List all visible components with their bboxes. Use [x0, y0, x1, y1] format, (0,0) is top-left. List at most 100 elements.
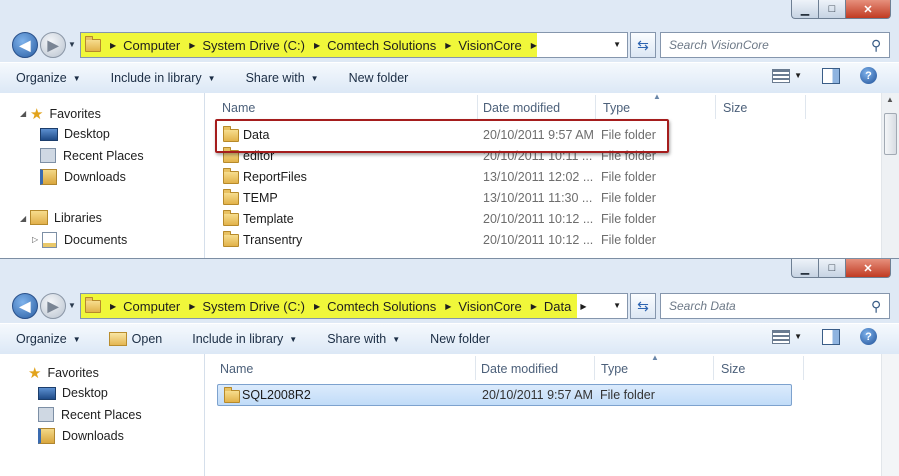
include-label: Include in library: [192, 332, 284, 346]
nav-favorites[interactable]: ★ Favorites: [30, 105, 101, 123]
chevron-right-icon[interactable]: ▶: [531, 41, 537, 50]
scroll-thumb[interactable]: [884, 113, 897, 155]
chevron-down-icon[interactable]: ▼: [794, 332, 802, 341]
refresh-icon[interactable]: ⇆: [630, 32, 656, 58]
nav-label: Recent Places: [63, 148, 144, 163]
organize-button[interactable]: Organize ▼: [16, 332, 81, 346]
include-in-library-button[interactable]: Include in library ▼: [192, 332, 297, 346]
file-row[interactable]: TEMP 13/10/2011 11:30 ... File folder: [205, 187, 879, 208]
minimize-button[interactable]: ▁: [791, 0, 818, 19]
file-row[interactable]: Template 20/10/2011 10:12 ... File folder: [205, 208, 879, 229]
breadcrumb-item[interactable]: VisionCore: [458, 299, 521, 314]
nav-desktop[interactable]: Desktop: [38, 386, 108, 400]
chevron-right-icon[interactable]: ▶: [445, 41, 451, 50]
maximize-button[interactable]: □: [818, 259, 845, 278]
search-input[interactable]: Search VisionCore ⚲: [660, 32, 890, 58]
search-icon[interactable]: ⚲: [871, 37, 889, 54]
column-divider[interactable]: [477, 95, 478, 119]
organize-button[interactable]: Organize ▼: [16, 71, 81, 85]
help-icon[interactable]: ?: [860, 328, 877, 345]
chevron-right-icon[interactable]: ▶: [189, 41, 195, 50]
breadcrumb-item[interactable]: System Drive (C:): [202, 299, 305, 314]
column-header-size[interactable]: Size: [721, 362, 745, 376]
nav-libraries[interactable]: Libraries: [30, 210, 102, 225]
column-divider[interactable]: [475, 356, 476, 380]
chevron-right-icon[interactable]: ▶: [189, 302, 195, 311]
star-icon: ★: [30, 106, 44, 123]
chevron-right-icon[interactable]: ▶: [110, 302, 116, 311]
column-divider[interactable]: [595, 95, 596, 119]
file-row-selected[interactable]: SQL2008R2 20/10/2011 9:57 AM File folder: [217, 384, 792, 406]
address-dropdown-icon[interactable]: ▼: [613, 40, 621, 49]
preview-pane-icon[interactable]: [822, 328, 840, 345]
open-button[interactable]: Open: [108, 332, 162, 346]
nav-recent-places[interactable]: Recent Places: [40, 148, 144, 163]
refresh-icon[interactable]: ⇆: [630, 293, 656, 319]
column-header-name[interactable]: Name: [222, 101, 255, 115]
chevron-right-icon[interactable]: ▶: [445, 302, 451, 311]
column-header-date[interactable]: Date modified: [481, 362, 558, 376]
maximize-button[interactable]: □: [818, 0, 845, 19]
nav-label: Favorites: [49, 107, 101, 121]
nav-desktop[interactable]: Desktop: [40, 127, 110, 141]
search-input[interactable]: Search Data ⚲: [660, 293, 890, 319]
back-arrow-icon[interactable]: ◀: [12, 32, 38, 58]
breadcrumb-item[interactable]: Comtech Solutions: [327, 38, 436, 53]
forward-arrow-icon[interactable]: ▶: [40, 32, 66, 58]
views-icon[interactable]: [772, 329, 791, 344]
scroll-up-icon[interactable]: ▲: [886, 95, 894, 104]
column-header-type[interactable]: Type: [603, 101, 630, 115]
nav-downloads[interactable]: Downloads: [38, 428, 124, 444]
vertical-scrollbar[interactable]: ▲: [881, 93, 899, 262]
close-button[interactable]: ✕: [845, 259, 891, 278]
chevron-down-icon[interactable]: ▼: [794, 71, 802, 80]
recent-pages-dropdown[interactable]: ▼: [68, 301, 76, 310]
share-with-button[interactable]: Share with ▼: [327, 332, 400, 346]
forward-arrow-icon[interactable]: ▶: [40, 293, 66, 319]
breadcrumb-item[interactable]: Computer: [123, 38, 180, 53]
breadcrumb-item[interactable]: Computer: [123, 299, 180, 314]
back-arrow-icon[interactable]: ◀: [12, 293, 38, 319]
close-button[interactable]: ✕: [845, 0, 891, 19]
column-header-name[interactable]: Name: [220, 362, 253, 376]
column-header-date[interactable]: Date modified: [483, 101, 560, 115]
breadcrumb-item[interactable]: Comtech Solutions: [327, 299, 436, 314]
include-in-library-button[interactable]: Include in library ▼: [111, 71, 216, 85]
file-row[interactable]: Transentry 20/10/2011 10:12 ... File folde…: [205, 229, 879, 250]
address-bar[interactable]: ▶ Computer ▶ System Drive (C:) ▶ Comtech…: [80, 32, 628, 58]
help-icon[interactable]: ?: [860, 67, 877, 84]
address-bar[interactable]: ▶ Computer ▶ System Drive (C:) ▶ Comtech…: [80, 293, 628, 319]
column-divider[interactable]: [803, 356, 804, 380]
collapsed-triangle-icon[interactable]: ▷: [32, 235, 38, 244]
chevron-right-icon[interactable]: ▶: [314, 41, 320, 50]
chevron-right-icon[interactable]: ▶: [580, 302, 586, 311]
breadcrumb-item[interactable]: Data: [544, 299, 571, 314]
file-row[interactable]: ReportFiles 13/10/2011 12:02 ... File fold…: [205, 166, 879, 187]
column-divider[interactable]: [713, 356, 714, 380]
column-divider[interactable]: [715, 95, 716, 119]
minimize-button[interactable]: ▁: [791, 259, 818, 278]
new-folder-button[interactable]: New folder: [430, 332, 490, 346]
column-header-size[interactable]: Size: [723, 101, 747, 115]
nav-recent-places[interactable]: Recent Places: [38, 407, 142, 422]
recent-pages-dropdown[interactable]: ▼: [68, 40, 76, 49]
nav-favorites[interactable]: ★ Favorites: [28, 364, 99, 382]
nav-documents[interactable]: Documents: [42, 232, 127, 248]
views-icon[interactable]: [772, 68, 791, 83]
address-dropdown-icon[interactable]: ▼: [613, 301, 621, 310]
nav-downloads[interactable]: Downloads: [40, 169, 126, 185]
expand-triangle-icon[interactable]: ◢: [20, 109, 26, 118]
breadcrumb-item[interactable]: VisionCore: [458, 38, 521, 53]
new-folder-button[interactable]: New folder: [349, 71, 409, 85]
column-header-type[interactable]: Type: [601, 362, 628, 376]
share-with-button[interactable]: Share with ▼: [246, 71, 319, 85]
column-divider[interactable]: [594, 356, 595, 380]
column-divider[interactable]: [805, 95, 806, 119]
chevron-right-icon[interactable]: ▶: [531, 302, 537, 311]
expand-triangle-icon[interactable]: ◢: [20, 214, 26, 223]
breadcrumb-item[interactable]: System Drive (C:): [202, 38, 305, 53]
chevron-right-icon[interactable]: ▶: [314, 302, 320, 311]
search-icon[interactable]: ⚲: [871, 298, 889, 315]
preview-pane-icon[interactable]: [822, 67, 840, 84]
chevron-right-icon[interactable]: ▶: [110, 41, 116, 50]
